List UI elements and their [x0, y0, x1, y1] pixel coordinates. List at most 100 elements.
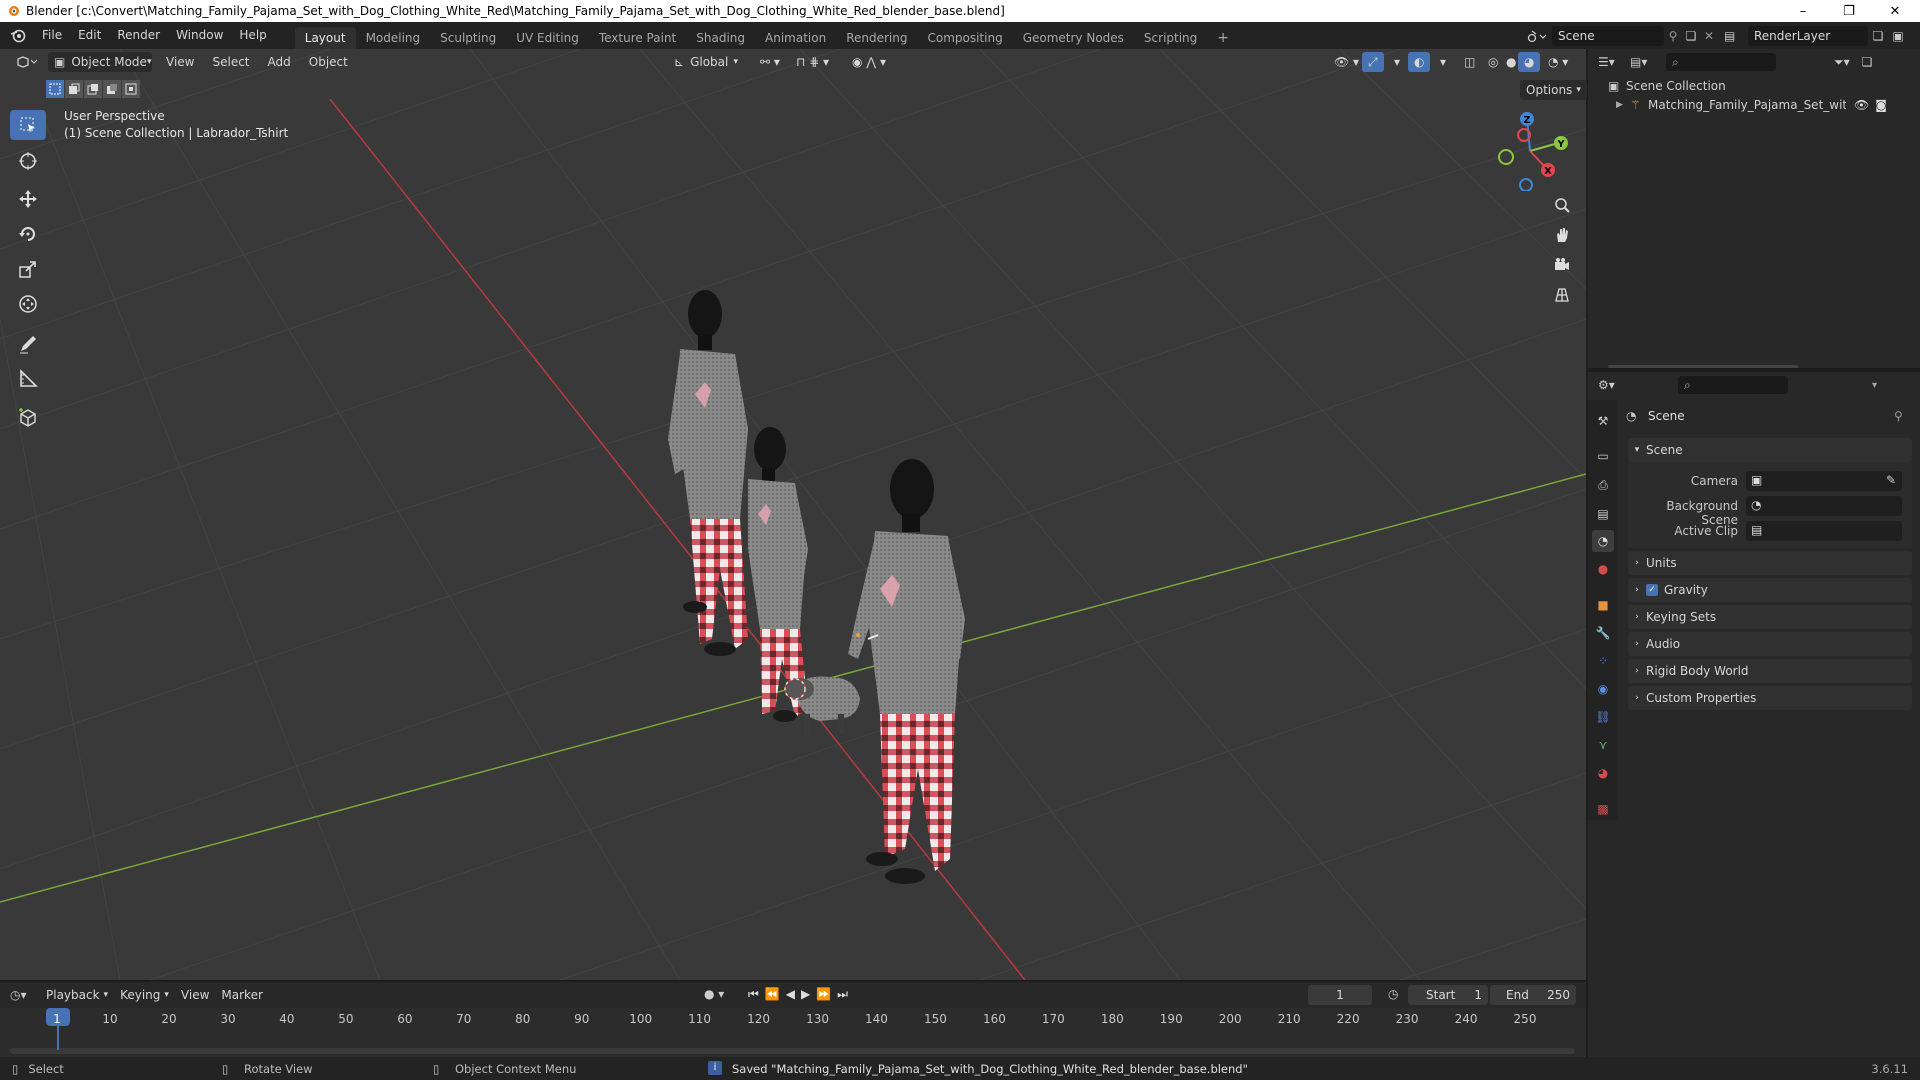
object-mode-dropdown[interactable]: ▣ Object Mode ▾ — [48, 52, 152, 72]
view-layer-tab-icon[interactable]: ▤ — [1592, 503, 1614, 525]
visibility-icon[interactable]: 👁 ▾ — [1328, 52, 1365, 72]
pan-hand-icon[interactable] — [1549, 222, 1575, 248]
eye-icon[interactable]: 👁 — [1854, 98, 1869, 112]
object-tab-icon[interactable]: ■ — [1592, 594, 1614, 616]
menu-render[interactable]: Render — [109, 22, 168, 49]
minimize-button[interactable]: – — [1780, 0, 1826, 22]
world-tab-icon[interactable]: ● — [1592, 558, 1614, 580]
select-invert-icon[interactable] — [103, 80, 121, 98]
outliner-search-input[interactable]: ⌕ — [1666, 53, 1776, 71]
camera-render-icon[interactable]: ◙ — [1875, 98, 1887, 112]
auto-key-icon[interactable]: ● ▾ — [704, 987, 724, 1001]
menu-keying[interactable]: Keying ▾ — [114, 985, 175, 1005]
menu-file[interactable]: File — [34, 22, 70, 49]
tab-layout[interactable]: Layout — [294, 27, 356, 49]
start-frame-field[interactable]: Start 1 — [1408, 985, 1488, 1005]
tool-tab-icon[interactable]: ⚒ — [1592, 410, 1614, 432]
camera-field[interactable]: ▣ ✎ — [1746, 471, 1902, 491]
navigation-gizmo[interactable]: Z Y X — [1490, 111, 1570, 191]
select-box-tool[interactable] — [10, 110, 46, 140]
rendered-shading-icon[interactable]: ◔ ▾ — [1542, 52, 1574, 72]
pin-icon[interactable]: ⚲ — [1664, 29, 1682, 43]
maximize-button[interactable]: ❐ — [1826, 0, 1872, 22]
end-frame-field[interactable]: End 250 — [1490, 985, 1576, 1005]
tab-rendering[interactable]: Rendering — [836, 27, 917, 49]
scene-tab-icon[interactable]: ◔ — [1592, 530, 1614, 552]
filter-icon[interactable]: ⏷▾ — [1834, 55, 1850, 70]
texture-tab-icon[interactable]: ▩ — [1592, 798, 1614, 820]
scale-tool[interactable] — [10, 254, 46, 284]
chevron-down-icon[interactable]: ▾ — [1872, 380, 1877, 391]
outliner-scrollbar[interactable] — [1608, 365, 1798, 368]
menu-window[interactable]: Window — [168, 22, 231, 49]
annotate-tool[interactable] — [10, 329, 46, 359]
overlays-toggle-icon[interactable]: ◐ — [1408, 52, 1431, 72]
select-subtract-icon[interactable] — [84, 80, 102, 98]
zoom-icon[interactable] — [1549, 192, 1575, 218]
rotate-tool[interactable] — [10, 219, 46, 249]
outliner-item[interactable]: ▶ ⚚ Matching_Family_Pajama_Set_with_Dog … — [1616, 96, 1916, 114]
transform-orientation-dropdown[interactable]: ⊾ Global ▾ — [668, 52, 744, 72]
panel-audio[interactable]: › Audio — [1628, 632, 1912, 656]
material-shading-icon[interactable]: ◕ — [1518, 52, 1541, 72]
gravity-checkbox[interactable]: ✓ — [1646, 584, 1658, 596]
tab-uv-editing[interactable]: UV Editing — [506, 27, 589, 49]
close-button[interactable]: ✕ — [1872, 0, 1918, 22]
camera-view-icon[interactable] — [1549, 252, 1575, 278]
tab-scripting[interactable]: Scripting — [1134, 27, 1207, 49]
panel-rigid-body-world[interactable]: › Rigid Body World — [1628, 659, 1912, 683]
display-mode-icon[interactable]: ▤▾ — [1630, 55, 1658, 69]
new-view-layer-icon[interactable]: ❏ — [1868, 29, 1888, 43]
menu-marker[interactable]: Marker — [215, 985, 268, 1005]
particles-tab-icon[interactable]: ⁘ — [1592, 650, 1614, 672]
panel-keying-sets[interactable]: › Keying Sets — [1628, 605, 1912, 629]
pin-icon[interactable]: ⚲ — [1894, 409, 1903, 423]
viewport-scene[interactable] — [0, 49, 1586, 980]
timeline-scrollbar[interactable] — [10, 1048, 1575, 1054]
outliner-scene-collection[interactable]: ▣ Scene Collection — [1608, 77, 1726, 95]
panel-custom-properties[interactable]: › Custom Properties — [1628, 686, 1912, 710]
modifier-tab-icon[interactable]: 🔧 — [1592, 622, 1614, 644]
tab-shading[interactable]: Shading — [686, 27, 755, 49]
background-scene-field[interactable]: ◔ — [1746, 496, 1902, 516]
menu-playback[interactable]: Playback ▾ — [40, 985, 114, 1005]
select-intersect-icon[interactable] — [122, 80, 140, 98]
measure-tool[interactable] — [10, 364, 46, 394]
tab-texture-paint[interactable]: Texture Paint — [589, 27, 686, 49]
pivot-point-icon[interactable]: ⚯ ▾ — [754, 52, 786, 72]
gizmo-toggle-icon[interactable]: ⤢ — [1362, 52, 1384, 72]
remove-scene-icon[interactable]: ✕ — [1700, 29, 1718, 43]
eyedropper-icon[interactable]: ✎ — [1886, 473, 1896, 487]
timeline-editor-icon[interactable]: ◷▾ — [10, 988, 40, 1002]
cursor-tool[interactable] — [10, 146, 46, 176]
outliner-panel[interactable]: ☰▾ ▤▾ ⌕ ⏷▾ ❏ ▣ Scene Collection ▶ ⚚ Matc… — [1588, 49, 1920, 368]
remove-view-layer-icon[interactable]: ▣ — [1888, 29, 1908, 43]
overlays-dropdown-icon[interactable]: ▾ — [1434, 52, 1452, 72]
material-tab-icon[interactable]: ◕ — [1592, 762, 1614, 784]
select-new-icon[interactable] — [46, 80, 64, 98]
constraints-tab-icon[interactable]: ⛓ — [1592, 706, 1614, 728]
add-workspace-button[interactable]: + — [1207, 27, 1239, 49]
snap-icon[interactable]: ⊓ ⋕ ▾ — [790, 52, 835, 72]
new-collection-icon[interactable]: ❏ — [1862, 55, 1873, 69]
preview-range-icon[interactable]: ◷ — [1388, 987, 1398, 1001]
view-layer-selector[interactable]: ▤ RenderLayer ❏ ▣ — [1724, 26, 1908, 46]
menu-edit[interactable]: Edit — [70, 22, 109, 49]
move-tool[interactable] — [10, 184, 46, 214]
expand-arrow-icon[interactable]: ▶ — [1616, 100, 1630, 110]
data-tab-icon[interactable]: ⋎ — [1592, 734, 1614, 756]
physics-tab-icon[interactable]: ◉ — [1592, 678, 1614, 700]
view-layer-field[interactable]: RenderLayer — [1748, 26, 1868, 46]
outliner-editor-icon[interactable]: ☰▾ — [1598, 55, 1626, 69]
blender-menu-icon[interactable] — [10, 28, 26, 44]
menu-help[interactable]: Help — [231, 22, 274, 49]
scene-selector[interactable]: Scene ⚲ ❏ ✕ — [1526, 26, 1718, 46]
panel-gravity[interactable]: › ✓ Gravity — [1628, 578, 1912, 602]
xray-icon[interactable]: ◫ — [1458, 52, 1481, 72]
render-tab-icon[interactable]: ▭ — [1592, 445, 1614, 467]
playback-controls[interactable]: ⏮⏪◀▶⏩⏭ — [748, 987, 854, 1002]
3d-viewport[interactable]: Z Y X User Perspective (1) Scene Collect… — [0, 49, 1586, 980]
figure-adult-back[interactable] — [668, 290, 748, 656]
active-clip-field[interactable]: ▤ — [1746, 521, 1902, 541]
menu-select[interactable]: Select — [206, 52, 255, 72]
